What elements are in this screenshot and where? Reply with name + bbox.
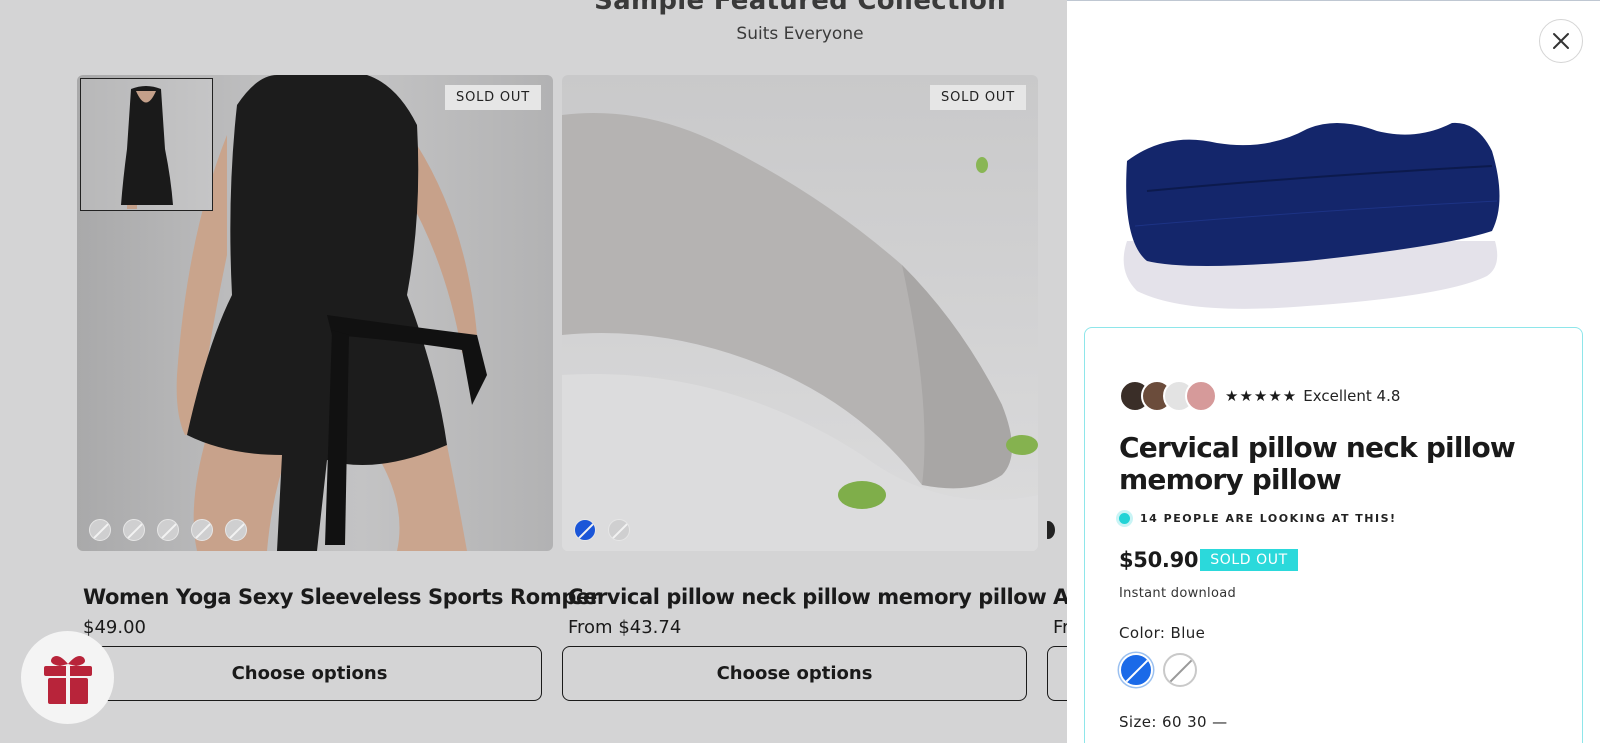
product-price: $50.90: [1119, 548, 1199, 572]
instant-download-note: Instant download: [1119, 586, 1237, 601]
avatar: [1185, 380, 1217, 412]
star-rating-icon: ★★★★★: [1225, 387, 1298, 405]
product-card-pillow[interactable]: SOLD OUT Cervical pillow neck pillow mem…: [562, 75, 1047, 701]
color-options: [1119, 653, 1197, 687]
product-price: From $43.74: [568, 617, 682, 638]
color-swatch[interactable]: [191, 519, 213, 541]
quick-view-drawer: ★★★★★ Excellent 4.8 Cervical pillow neck…: [1067, 0, 1600, 743]
choose-options-button[interactable]: Choose options: [77, 646, 542, 701]
collection-subheading: Suits Everyone: [736, 24, 864, 44]
pillow-product-illustration: [1123, 122, 1500, 309]
color-swatch[interactable]: [1047, 521, 1055, 539]
product-price: Fr: [1053, 617, 1067, 638]
product-card-romper[interactable]: SOLD OUT Women Yoga Sexy Sleeveless Spor…: [77, 75, 600, 701]
thumbnail-back-view[interactable]: [80, 78, 213, 211]
close-icon: [1553, 33, 1569, 49]
collection-heading: Sample Featured Collection: [594, 0, 1006, 16]
color-swatch[interactable]: [225, 519, 247, 541]
price-row: $50.90 SOLD OUT: [1119, 548, 1298, 572]
product-title[interactable]: Women Yoga Sexy Sleeveless Sports Romper: [77, 585, 600, 609]
drawer-product-image[interactable]: [1107, 91, 1547, 321]
product-card-partial[interactable]: A Fr: [1047, 75, 1067, 701]
product-title[interactable]: A: [1047, 585, 1067, 609]
rating-text: Excellent 4.8: [1303, 387, 1401, 405]
gift-button[interactable]: [21, 631, 114, 724]
pillow-illustration: [562, 113, 1038, 551]
live-viewers-text: 14 PEOPLE ARE LOOKING AT THIS!: [1140, 512, 1397, 525]
color-swatch[interactable]: [89, 519, 111, 541]
rating-row: ★★★★★ Excellent 4.8: [1119, 380, 1400, 412]
color-swatch-white[interactable]: [608, 519, 630, 541]
choose-options-button[interactable]: Choose options: [562, 646, 1027, 701]
product-image-partial: [1047, 75, 1067, 551]
close-button[interactable]: [1539, 19, 1583, 63]
sold-out-badge: SOLD OUT: [445, 85, 541, 110]
collection-page: Sample Featured Collection Suits Everyon…: [0, 0, 1067, 743]
size-label: Size: 60 30 —: [1119, 713, 1228, 731]
choose-options-button[interactable]: [1047, 646, 1067, 701]
color-label: Color: Blue: [1119, 624, 1206, 642]
sold-out-badge: SOLD OUT: [1200, 549, 1298, 571]
color-option-white[interactable]: [1163, 653, 1197, 687]
product-price: $49.00: [83, 617, 146, 638]
color-option-blue[interactable]: [1119, 653, 1153, 687]
product-info-panel: ★★★★★ Excellent 4.8 Cervical pillow neck…: [1084, 327, 1583, 743]
product-image-romper[interactable]: SOLD OUT: [77, 75, 553, 551]
color-swatch[interactable]: [157, 519, 179, 541]
gift-icon: [43, 655, 92, 704]
product-title[interactable]: Cervical pillow neck pillow memory pillo…: [562, 585, 1047, 609]
color-swatch-blue[interactable]: [574, 519, 596, 541]
color-swatch[interactable]: [123, 519, 145, 541]
product-image-pillow[interactable]: SOLD OUT: [562, 75, 1038, 551]
product-title: Cervical pillow neck pillow memory pillo…: [1119, 431, 1516, 496]
thumbnail-illustration: [121, 86, 173, 209]
sold-out-badge: SOLD OUT: [930, 85, 1026, 110]
customer-avatars: [1119, 380, 1217, 412]
color-swatches: [89, 519, 247, 541]
live-dot-icon: [1119, 513, 1130, 524]
live-viewers: 14 PEOPLE ARE LOOKING AT THIS!: [1119, 512, 1397, 525]
color-swatches: [574, 519, 630, 541]
